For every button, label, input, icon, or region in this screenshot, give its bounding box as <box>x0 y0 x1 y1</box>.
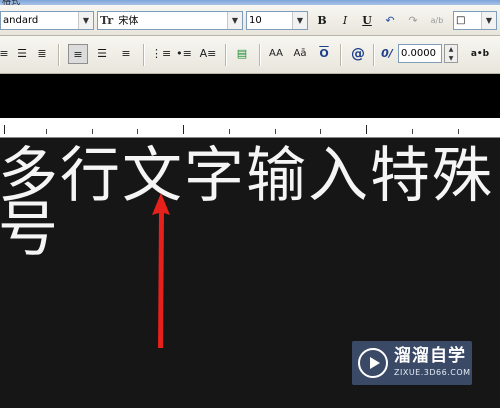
red-arrow-annotation <box>152 193 170 348</box>
bullet-list-icon[interactable]: •≡ <box>174 44 194 64</box>
chevron-down-icon[interactable]: ▼ <box>292 12 307 29</box>
toolbar-separator <box>340 44 341 66</box>
align-bottom-center-icon[interactable]: ≡ <box>116 44 136 64</box>
oblique-angle-input[interactable]: 0.0000 <box>398 44 442 63</box>
align-top-center-icon[interactable]: ≡ <box>68 44 88 64</box>
color-swatch-icon: □ <box>456 15 466 26</box>
editor-top-margin <box>0 74 500 116</box>
chevron-down-icon[interactable]: ▼ <box>78 12 93 29</box>
lettered-list-icon[interactable]: A≡ <box>198 44 218 64</box>
text-line-1[interactable]: 多行文字输入特殊 <box>0 146 494 206</box>
color-select[interactable]: □ ▼ <box>453 11 497 30</box>
bold-button[interactable]: B <box>313 12 331 30</box>
toolbar-separator <box>373 44 374 66</box>
play-logo-icon <box>358 348 388 378</box>
toolbar-separator <box>225 44 226 66</box>
mtext-ruler[interactable] <box>0 116 500 138</box>
numbered-list-icon[interactable]: ⋮≡ <box>151 44 171 64</box>
align-distribute-icon[interactable]: ☰ <box>12 44 32 64</box>
oblique-angle-icon: 0/ <box>381 47 393 60</box>
text-height-select[interactable]: 10 ▼ <box>246 11 308 30</box>
font-select[interactable]: Tr 宋体 ▼ <box>97 11 243 30</box>
text-line-2[interactable]: 号 <box>0 200 60 260</box>
watermark-url: ZIXUE.3D66.COM <box>394 368 471 377</box>
watermark: 溜溜自学 ZIXUE.3D66.COM <box>352 341 472 385</box>
underline-button[interactable]: U <box>358 12 376 30</box>
font-select-value: 宋体 <box>118 16 139 27</box>
align-middle-center-icon[interactable]: ☰ <box>92 44 112 64</box>
stack-button[interactable]: a/b <box>428 12 446 30</box>
truetype-font-icon: Tr <box>100 14 114 27</box>
arrow-head <box>152 193 170 348</box>
style-select[interactable]: andard ▼ <box>0 11 94 30</box>
redo-button[interactable]: ↷ <box>404 12 422 30</box>
lowercase-button[interactable]: Aā <box>290 44 310 64</box>
uppercase-button[interactable]: AA <box>266 44 286 64</box>
oblique-angle-spinner[interactable]: ▲ ▼ <box>444 44 458 63</box>
style-select-value: andard <box>3 15 39 26</box>
toolbar-separator <box>143 44 144 66</box>
undo-button[interactable]: ↶ <box>381 12 399 30</box>
toolbar-separator <box>58 44 59 66</box>
chevron-down-icon[interactable]: ▼ <box>227 12 242 29</box>
symbol-button[interactable]: @ <box>348 44 368 64</box>
align-right-icon[interactable]: ≣ <box>32 44 52 64</box>
chevron-down-icon[interactable]: ▼ <box>481 12 496 29</box>
overline-button[interactable]: O <box>314 44 334 64</box>
italic-button[interactable]: I <box>336 12 354 30</box>
toolbar-separator <box>259 44 260 66</box>
watermark-title: 溜溜自学 <box>394 346 466 366</box>
tracking-icon: a•b <box>470 49 490 59</box>
insert-field-icon[interactable]: ▤ <box>232 44 252 64</box>
text-height-value: 10 <box>249 15 262 26</box>
text-formatting-toolbar: andard ▼ Tr 宋体 ▼ 10 ▼ B I U ↶ ↷ a/b □ ▼ <box>0 5 500 36</box>
paragraph-toolbar: ≡ ☰ ≣ ≡ ☰ ≡ ⋮≡ •≡ A≡ ▤ AA Aā O @ 0/ 0.00… <box>0 36 500 74</box>
